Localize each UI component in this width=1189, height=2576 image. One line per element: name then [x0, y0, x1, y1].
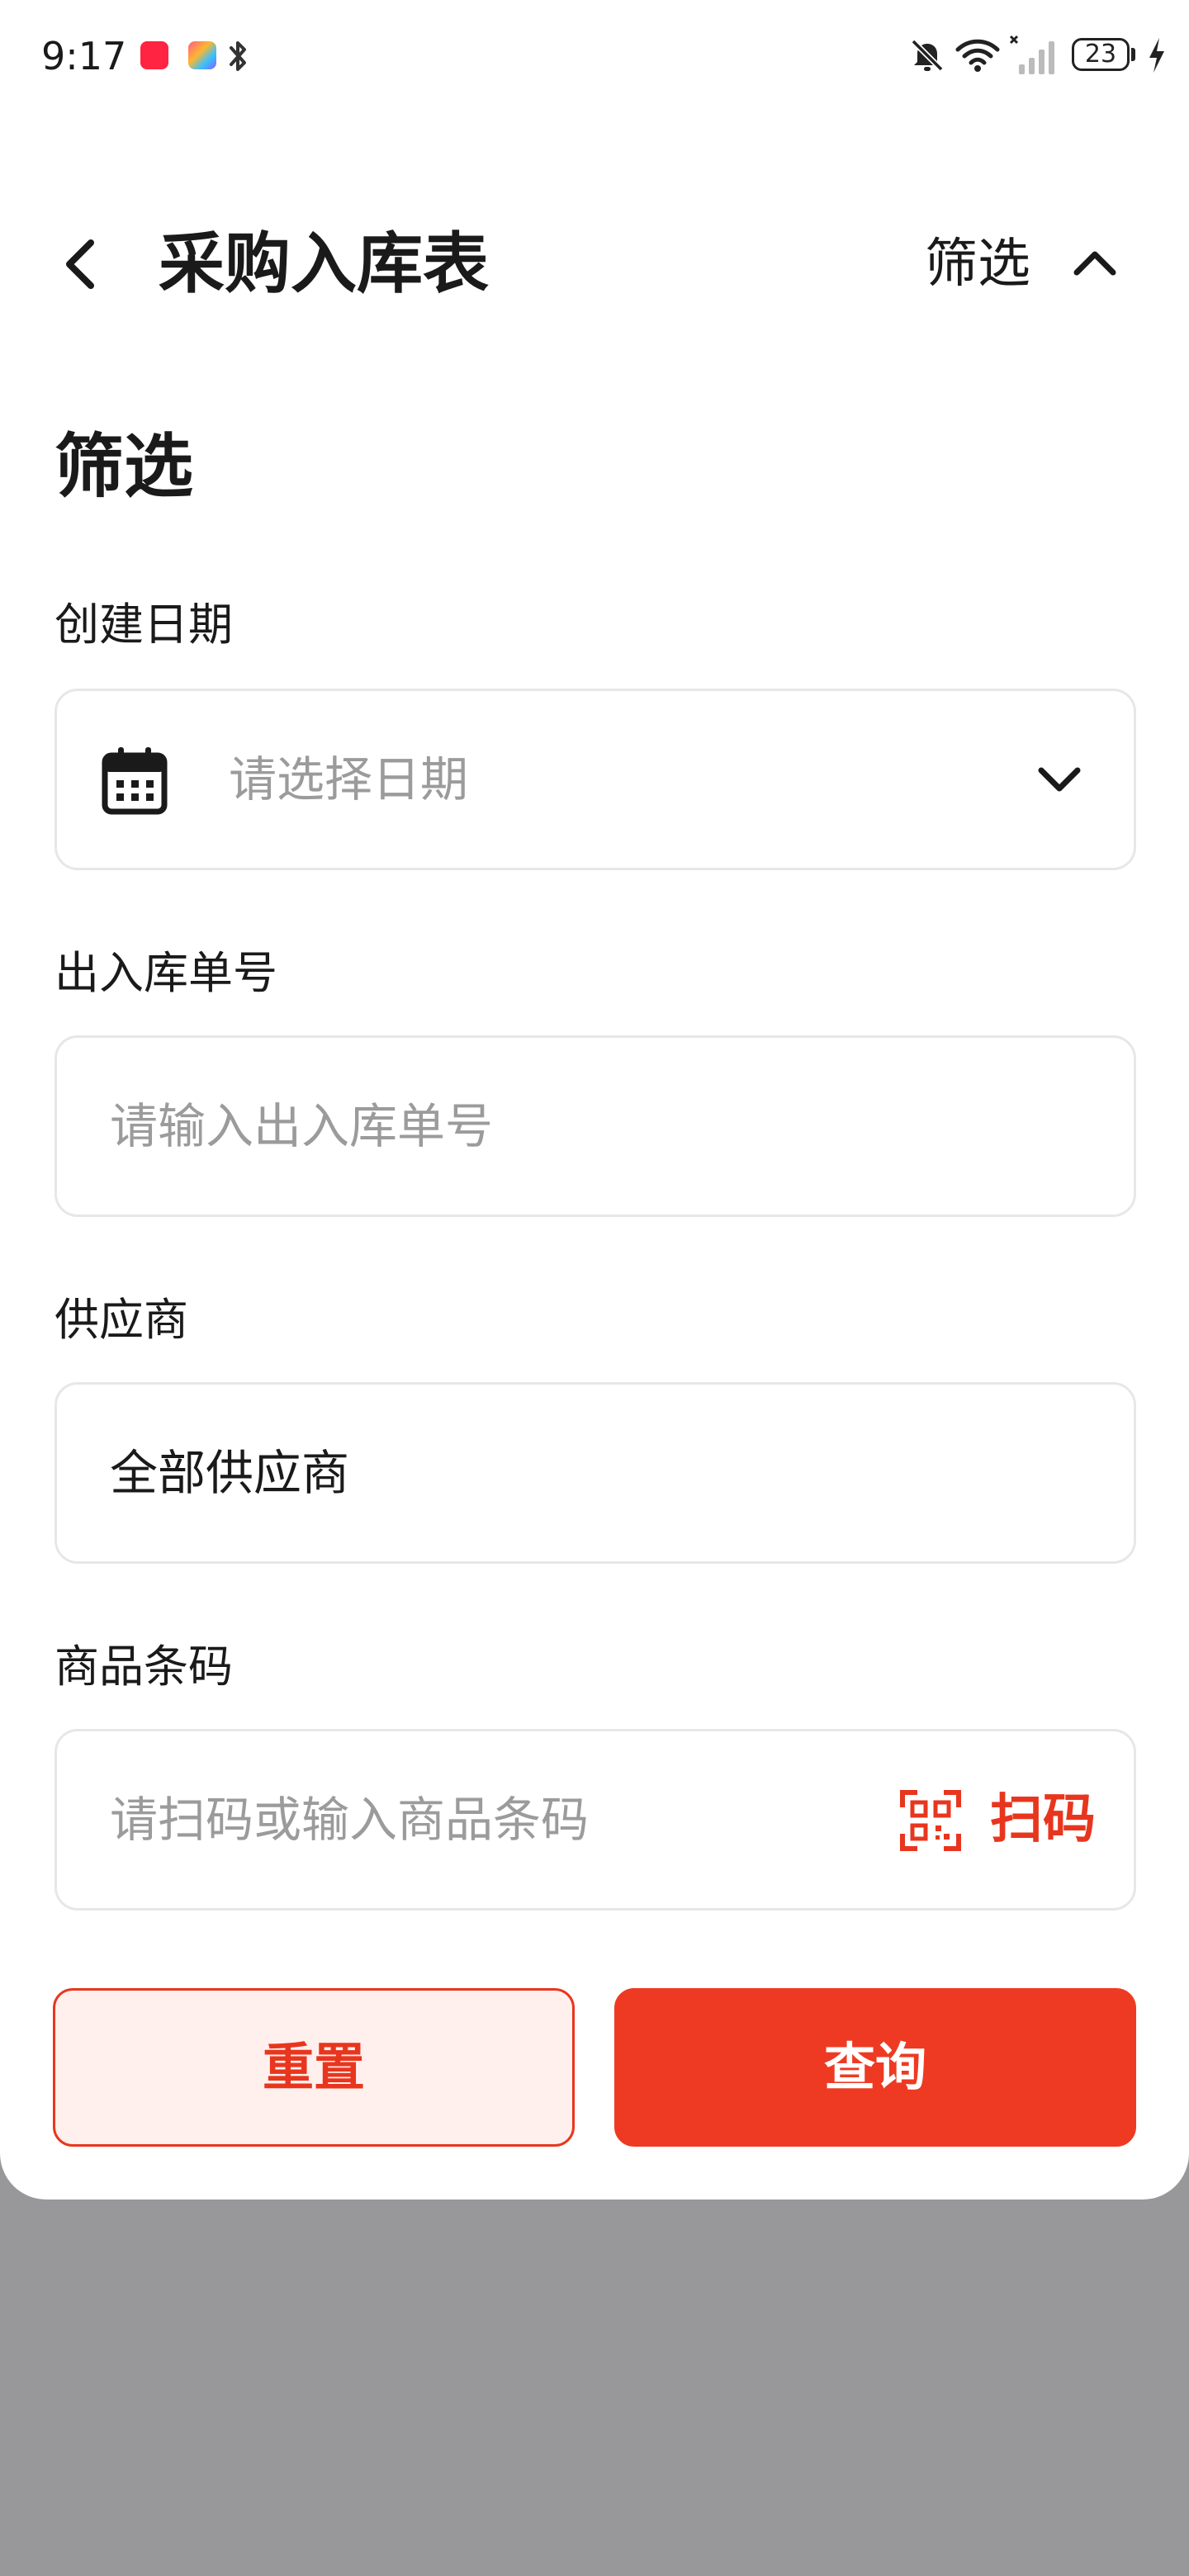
page-title: 采购入库表 — [159, 225, 489, 302]
xiaohongshu-app-icon — [140, 41, 168, 69]
barcode-label: 商品条码 — [54, 1641, 233, 1693]
wifi-icon — [955, 39, 1000, 72]
back-arrow-icon[interactable] — [50, 223, 107, 305]
date-picker[interactable]: 请选择日期 — [54, 689, 1136, 870]
colorful-app-icon — [188, 41, 216, 69]
barcode-field[interactable]: 请扫码或输入商品条码 扫码 — [54, 1729, 1136, 1911]
date-field-label: 创建日期 — [54, 599, 233, 651]
order-number-label: 出入库单号 — [54, 947, 277, 999]
reset-button[interactable]: 重置 — [53, 1988, 575, 2147]
charging-icon — [1149, 38, 1164, 73]
chevron-down-icon — [1038, 767, 1081, 792]
bluetooth-icon — [230, 41, 246, 71]
filter-sheet: 9:17 23 采购入库表 筛选 筛选 创建日期 请选择日期 出入库单号 请输入… — [0, 0, 1189, 2200]
filter-section-title: 筛选 — [54, 426, 194, 507]
query-button[interactable]: 查询 — [614, 1988, 1136, 2147]
order-number-placeholder: 请输入出入库单号 — [110, 1098, 494, 1154]
calendar-icon — [102, 747, 168, 815]
date-placeholder: 请选择日期 — [229, 751, 469, 807]
order-number-field[interactable]: 请输入出入库单号 — [54, 1035, 1136, 1217]
cellular-signal-icon — [1009, 35, 1054, 74]
dimmed-overlay[interactable] — [0, 2200, 1189, 2576]
status-time: 9:17 — [41, 34, 127, 78]
scan-qr-icon[interactable] — [899, 1789, 962, 1852]
scan-button[interactable]: 扫码 — [990, 1731, 1096, 1908]
notifications-off-icon — [911, 39, 944, 72]
battery-tip — [1131, 48, 1135, 61]
supplier-select[interactable]: 全部供应商 — [54, 1382, 1136, 1564]
filter-toggle-button[interactable]: 筛选 — [925, 231, 1030, 297]
supplier-value: 全部供应商 — [110, 1445, 350, 1501]
chevron-up-icon[interactable] — [1070, 239, 1120, 289]
battery-icon: 23 — [1072, 38, 1130, 71]
barcode-placeholder: 请扫码或输入商品条码 — [110, 1792, 590, 1848]
status-bar: 9:17 23 — [0, 0, 1189, 112]
supplier-label: 供应商 — [54, 1294, 188, 1346]
